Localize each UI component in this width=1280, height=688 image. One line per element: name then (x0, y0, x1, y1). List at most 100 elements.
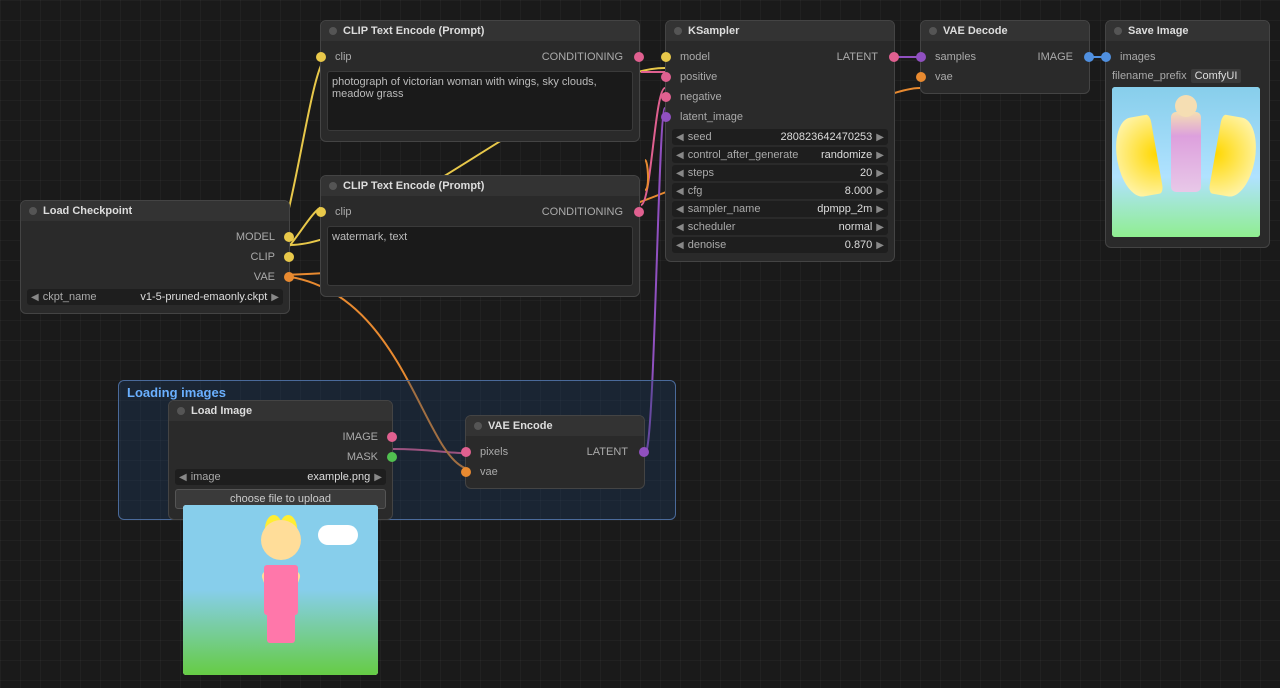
denoise-arrow-left[interactable]: ◀ (676, 240, 684, 251)
cartoon-girl-body (264, 565, 298, 615)
vae-vae-label: vae (935, 71, 953, 83)
ksampler-node: KSampler model LATENT positive negative … (665, 20, 895, 262)
save-image-node: Save Image images filename_prefix ComfyU… (1105, 20, 1270, 248)
cfg-value: 8.000 (845, 185, 873, 197)
ckpt-arrow-left[interactable]: ◀ (31, 292, 39, 303)
save-filename-label: filename_prefix (1112, 70, 1187, 82)
load-checkpoint-body: MODEL CLIP VAE ◀ ckpt_name v1-5-pruned-e… (21, 221, 289, 313)
port-vae-encode-latent-out[interactable] (639, 447, 649, 457)
port-conditioning-bottom-out[interactable] (634, 207, 644, 217)
save-filename-value[interactable]: ComfyUI (1191, 69, 1242, 83)
header-dot (329, 27, 337, 35)
ksampler-steps-field[interactable]: ◀ steps 20 ▶ (672, 165, 888, 181)
ksampler-control-field[interactable]: ◀ control_after_generate randomize ▶ (672, 147, 888, 163)
ckpt-arrow-right[interactable]: ▶ (271, 292, 279, 303)
steps-arrow-right[interactable]: ▶ (876, 168, 884, 179)
port-ksampler-latent-out[interactable] (889, 52, 899, 62)
cartoon-scene (183, 505, 378, 675)
port-vae-encode-pixels-in[interactable] (461, 447, 471, 457)
vae-encode-pixels-row: pixels LATENT (466, 442, 644, 462)
vae-decode-samples-row: samples IMAGE (921, 47, 1089, 67)
denoise-value: 0.870 (845, 239, 873, 251)
port-vae-samples-in[interactable] (916, 52, 926, 62)
header-dot (29, 207, 37, 215)
scheduler-arrow-right[interactable]: ▶ (876, 222, 884, 233)
sampler-arrow-right[interactable]: ▶ (876, 204, 884, 215)
header-dot (474, 422, 482, 430)
steps-label: steps (688, 167, 856, 179)
clip-bottom-input-row: clip CONDITIONING (321, 202, 639, 222)
port-clip-top-in[interactable] (316, 52, 326, 62)
seed-arrow-right[interactable]: ▶ (876, 132, 884, 143)
clip-top-text[interactable]: photograph of victorian woman with wings… (327, 71, 633, 131)
seed-label: seed (688, 131, 777, 143)
steps-value: 20 (860, 167, 872, 179)
load-image-title: Load Image (191, 405, 252, 417)
clip-top-port-label: clip (335, 51, 352, 63)
ckpt-field[interactable]: ◀ ckpt_name v1-5-pruned-emaonly.ckpt ▶ (27, 289, 283, 305)
scheduler-value: normal (839, 221, 873, 233)
clip-bottom-output-label: CONDITIONING (542, 206, 623, 218)
sampler-value: dpmpp_2m (817, 203, 872, 215)
clip-top-header: CLIP Text Encode (Prompt) (321, 21, 639, 41)
port-save-images-in[interactable] (1101, 52, 1111, 62)
save-filename-row: filename_prefix ComfyUI (1112, 69, 1263, 83)
sampler-arrow-left[interactable]: ◀ (676, 204, 684, 215)
port-vae-image-out[interactable] (1084, 52, 1094, 62)
denoise-label: denoise (688, 239, 841, 251)
port-conditioning-top-out[interactable] (634, 52, 644, 62)
output-model-label: MODEL (236, 231, 275, 243)
port-clip-bottom-in[interactable] (316, 207, 326, 217)
cfg-arrow-left[interactable]: ◀ (676, 186, 684, 197)
image-arrow-right[interactable]: ▶ (374, 472, 382, 483)
vae-decode-node: VAE Decode samples IMAGE vae (920, 20, 1090, 94)
control-arrow-right[interactable]: ▶ (876, 150, 884, 161)
scheduler-arrow-left[interactable]: ◀ (676, 222, 684, 233)
ksampler-denoise-field[interactable]: ◀ denoise 0.870 ▶ (672, 237, 888, 253)
save-images-label: images (1120, 51, 1155, 63)
port-load-image-out[interactable] (387, 432, 397, 442)
cfg-arrow-right[interactable]: ▶ (876, 186, 884, 197)
clip-top-node: CLIP Text Encode (Prompt) clip CONDITION… (320, 20, 640, 142)
vae-encode-header: VAE Encode (466, 416, 644, 436)
ksampler-cfg-field[interactable]: ◀ cfg 8.000 ▶ (672, 183, 888, 199)
port-vae-vae-in[interactable] (916, 72, 926, 82)
vae-encode-latent-label: LATENT (587, 446, 628, 458)
ksampler-scheduler-field[interactable]: ◀ scheduler normal ▶ (672, 219, 888, 235)
port-model-out[interactable] (284, 232, 294, 242)
cartoon-girl-head (261, 520, 301, 560)
header-dot (674, 27, 682, 35)
denoise-arrow-right[interactable]: ▶ (876, 240, 884, 251)
port-ksampler-model-in[interactable] (661, 52, 671, 62)
image-arrow-left[interactable]: ◀ (179, 472, 187, 483)
port-ksampler-positive-in[interactable] (661, 72, 671, 82)
port-clip-out[interactable] (284, 252, 294, 262)
load-image-node: Load Image IMAGE MASK ◀ image example.pn… (168, 400, 393, 520)
ksampler-latent-in-row: latent_image (666, 107, 894, 127)
clip-bottom-title: CLIP Text Encode (Prompt) (343, 180, 484, 192)
control-arrow-left[interactable]: ◀ (676, 150, 684, 161)
control-label: control_after_generate (688, 149, 817, 161)
clip-top-output-label: CONDITIONING (542, 51, 623, 63)
load-image-field[interactable]: ◀ image example.png ▶ (175, 469, 386, 485)
ksampler-negative-label: negative (680, 91, 722, 103)
seed-arrow-left[interactable]: ◀ (676, 132, 684, 143)
clip-bottom-port-label: clip (335, 206, 352, 218)
clip-top-input-row: clip CONDITIONING (321, 47, 639, 67)
port-ksampler-latent-in2[interactable] (661, 112, 671, 122)
port-ksampler-negative-in[interactable] (661, 92, 671, 102)
save-image-header: Save Image (1106, 21, 1269, 41)
port-vae-encode-vae-in[interactable] (461, 467, 471, 477)
ksampler-sampler-field[interactable]: ◀ sampler_name dpmpp_2m ▶ (672, 201, 888, 217)
person-body (1171, 112, 1201, 192)
ksampler-negative-row: negative (666, 87, 894, 107)
save-image-body: images filename_prefix ComfyUI (1106, 41, 1269, 247)
ksampler-seed-field[interactable]: ◀ seed 280823642470253 ▶ (672, 129, 888, 145)
port-vae-out[interactable] (284, 272, 294, 282)
load-checkpoint-header: Load Checkpoint (21, 201, 289, 221)
ksampler-model-label: model (680, 51, 710, 63)
port-load-mask-out[interactable] (387, 452, 397, 462)
steps-arrow-left[interactable]: ◀ (676, 168, 684, 179)
clip-bottom-text[interactable]: watermark, text (327, 226, 633, 286)
vae-encode-pixels-label: pixels (480, 446, 508, 458)
